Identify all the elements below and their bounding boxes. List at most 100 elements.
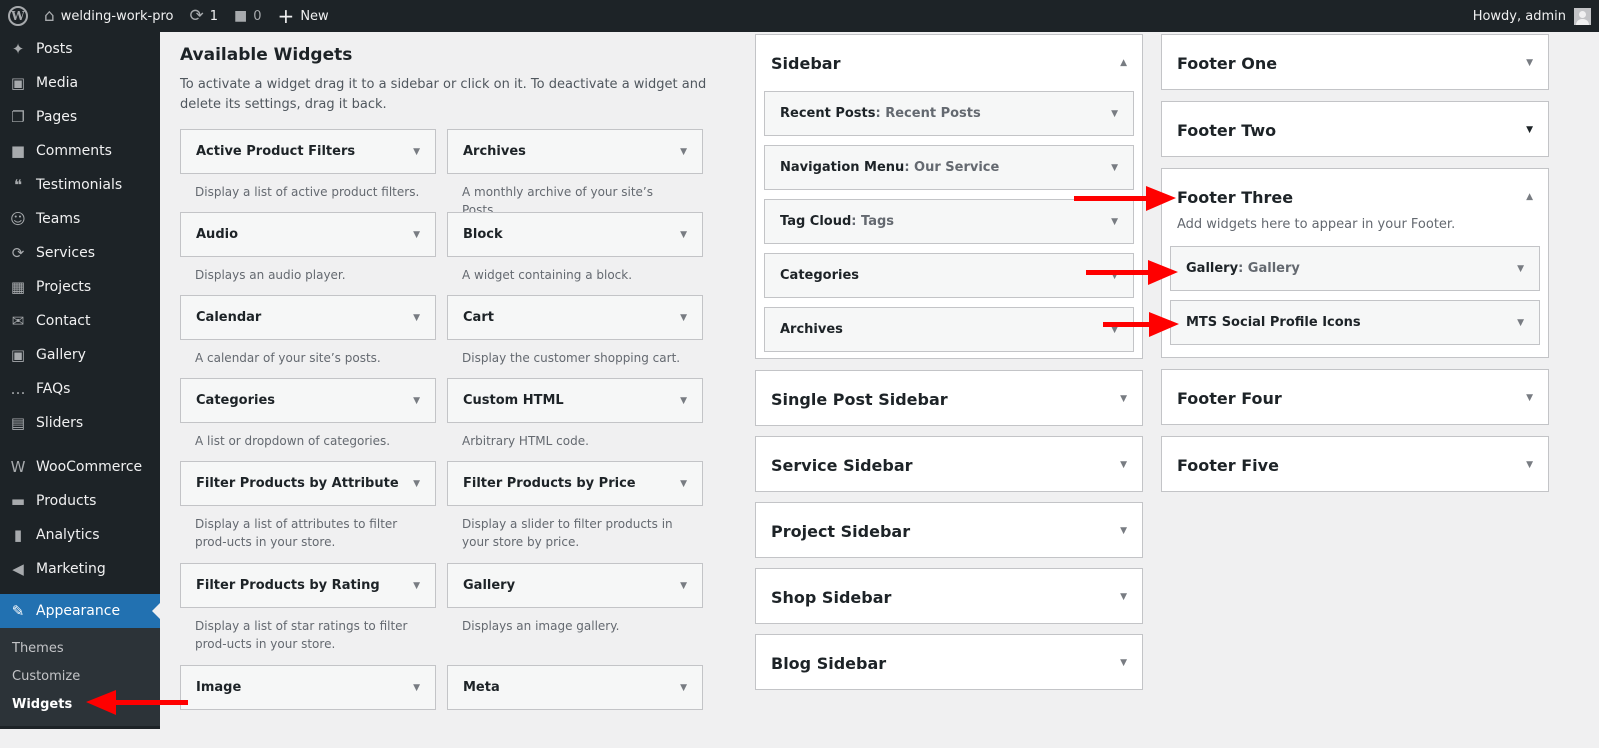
menu-item-analytics[interactable]: ▮ Analytics — [0, 518, 160, 552]
available-widget[interactable]: Filter Products by Rating ▼ Display a list… — [180, 563, 436, 665]
placed-widget[interactable]: Categories ▼ — [764, 253, 1134, 298]
available-widget[interactable]: Image ▼ — [180, 665, 436, 748]
available-widget[interactable]: Custom HTML ▼ Arbitrary HTML code. — [447, 378, 703, 461]
chevron-down-icon[interactable]: ▼ — [1526, 393, 1533, 403]
menu-item-projects[interactable]: ▦ Projects — [0, 270, 160, 304]
menu-item-faqs[interactable]: … FAQs — [0, 372, 160, 406]
chevron-down-icon[interactable]: ▼ — [1517, 318, 1524, 328]
available-widget[interactable]: Archives ▼ A monthly archive of your site’… — [447, 129, 703, 217]
chevron-down-icon[interactable]: ▼ — [1517, 264, 1524, 274]
updates-link[interactable]: ⟳ 1 — [182, 0, 227, 32]
chevron-down-icon[interactable]: ▼ — [413, 147, 420, 157]
site-name-link[interactable]: ⌂ welding-work-pro — [36, 0, 182, 32]
chevron-down-icon[interactable]: ▼ — [680, 147, 687, 157]
widget-title-bar[interactable]: Block ▼ — [447, 212, 703, 257]
chevron-down-icon[interactable]: ▼ — [680, 683, 687, 693]
widget-title-bar[interactable]: Image ▼ — [180, 665, 436, 710]
menu-item-comments[interactable]: ■ Comments — [0, 134, 160, 168]
widget-area-header[interactable]: Project Sidebar ▼ — [756, 503, 1142, 559]
widget-area-header[interactable]: Blog Sidebar ▼ — [756, 635, 1142, 691]
chevron-down-icon[interactable]: ▼ — [413, 313, 420, 323]
widget-title-bar[interactable]: Filter Products by Attribute ▼ — [180, 461, 436, 506]
chevron-down-icon[interactable]: ▼ — [1526, 125, 1533, 135]
chevron-down-icon[interactable]: ▼ — [680, 230, 687, 240]
my-account-link[interactable]: Howdy, admin — [1473, 7, 1599, 25]
chevron-down-icon[interactable]: ▼ — [1120, 658, 1127, 668]
available-widget[interactable]: Filter Products by Attribute ▼ Display a l… — [180, 461, 436, 563]
placed-widget[interactable]: Tag Cloud: Tags ▼ — [764, 199, 1134, 244]
chevron-down-icon[interactable]: ▼ — [1120, 526, 1127, 536]
menu-item-services[interactable]: ⟳ Services — [0, 236, 160, 270]
widget-title-bar[interactable]: Calendar ▼ — [180, 295, 436, 340]
chevron-down-icon[interactable]: ▼ — [1120, 592, 1127, 602]
widget-title-bar[interactable]: Gallery ▼ — [447, 563, 703, 608]
chevron-down-icon[interactable]: ▼ — [1111, 163, 1118, 173]
chevron-down-icon[interactable]: ▼ — [1526, 460, 1533, 470]
chevron-up-icon[interactable]: ▲ — [1526, 192, 1533, 202]
chevron-down-icon[interactable]: ▼ — [680, 479, 687, 489]
widget-area-header[interactable]: Footer Four ▼ — [1162, 370, 1548, 426]
comments-link[interactable]: ■ 0 — [226, 0, 270, 32]
chevron-down-icon[interactable]: ▼ — [413, 581, 420, 591]
chevron-down-icon[interactable]: ▼ — [413, 479, 420, 489]
chevron-down-icon[interactable]: ▼ — [1120, 460, 1127, 470]
new-content-link[interactable]: + New — [270, 0, 337, 32]
widget-title-bar[interactable]: Filter Products by Rating ▼ — [180, 563, 436, 608]
submenu-themes[interactable]: Themes — [0, 635, 160, 663]
available-widget[interactable]: Cart ▼ Display the customer shopping cart. — [447, 295, 703, 378]
menu-item-woocommerce[interactable]: W WooCommerce — [0, 450, 160, 484]
widget-area-header[interactable]: Sidebar ▲ — [756, 35, 1142, 91]
available-widget[interactable]: Audio ▼ Displays an audio player. — [180, 212, 436, 295]
chevron-down-icon[interactable]: ▼ — [1120, 394, 1127, 404]
available-widget[interactable]: Meta ▼ — [447, 665, 703, 748]
chevron-down-icon[interactable]: ▼ — [413, 230, 420, 240]
menu-item-posts[interactable]: ✦ Posts — [0, 32, 160, 66]
chevron-down-icon[interactable]: ▼ — [1111, 217, 1118, 227]
menu-item-gallery[interactable]: ▣ Gallery — [0, 338, 160, 372]
menu-item-marketing[interactable]: ◀ Marketing — [0, 552, 160, 586]
available-widget[interactable]: Calendar ▼ A calendar of your site’s posts… — [180, 295, 436, 378]
chevron-down-icon[interactable]: ▼ — [680, 313, 687, 323]
menu-item-products[interactable]: ▬ Products — [0, 484, 160, 518]
widget-title-bar[interactable]: Archives ▼ — [447, 129, 703, 174]
placed-widget[interactable]: Gallery: Gallery ▼ — [1170, 246, 1540, 291]
widget-title-bar[interactable]: Cart ▼ — [447, 295, 703, 340]
widget-area-header[interactable]: Single Post Sidebar ▼ — [756, 371, 1142, 427]
menu-item-teams[interactable]: ☺ Teams — [0, 202, 160, 236]
submenu-widgets[interactable]: Widgets — [0, 691, 160, 719]
available-widget[interactable]: Categories ▼ A list or dropdown of categor… — [180, 378, 436, 461]
chevron-up-icon[interactable]: ▲ — [1120, 58, 1127, 68]
wordpress-logo-button[interactable]: W — [0, 0, 36, 32]
widget-title-bar[interactable]: Filter Products by Price ▼ — [447, 461, 703, 506]
menu-item-media[interactable]: ▣ Media — [0, 66, 160, 100]
widget-area-header[interactable]: Service Sidebar ▼ — [756, 437, 1142, 493]
widget-area-header[interactable]: Footer Five ▼ — [1162, 437, 1548, 493]
widget-title-bar[interactable]: Active Product Filters ▼ — [180, 129, 436, 174]
chevron-down-icon[interactable]: ▼ — [413, 683, 420, 693]
widget-area-header[interactable]: Footer Two ▼ — [1162, 102, 1548, 158]
widget-area-header[interactable]: Shop Sidebar ▼ — [756, 569, 1142, 625]
widget-area-header[interactable]: Footer One ▼ — [1162, 35, 1548, 91]
widget-title-bar[interactable]: Meta ▼ — [447, 665, 703, 710]
placed-widget[interactable]: Archives ▼ — [764, 307, 1134, 352]
menu-item-contact[interactable]: ✉ Contact — [0, 304, 160, 338]
available-widget[interactable]: Filter Products by Price ▼ Display a slide… — [447, 461, 703, 563]
available-widget[interactable]: Gallery ▼ Displays an image gallery. — [447, 563, 703, 665]
menu-item-pages[interactable]: ❐ Pages — [0, 100, 160, 134]
menu-item-sliders[interactable]: ▤ Sliders — [0, 406, 160, 440]
widget-title-bar[interactable]: Custom HTML ▼ — [447, 378, 703, 423]
submenu-customize[interactable]: Customize — [0, 663, 160, 691]
widget-title-bar[interactable]: Categories ▼ — [180, 378, 436, 423]
chevron-down-icon[interactable]: ▼ — [680, 581, 687, 591]
menu-item-appearance[interactable]: ✎ Appearance — [0, 594, 160, 628]
placed-widget[interactable]: MTS Social Profile Icons ▼ — [1170, 300, 1540, 345]
available-widget[interactable]: Block ▼ A widget containing a block. — [447, 212, 703, 295]
widget-title-bar[interactable]: Audio ▼ — [180, 212, 436, 257]
placed-widget[interactable]: Recent Posts: Recent Posts ▼ — [764, 91, 1134, 136]
chevron-down-icon[interactable]: ▼ — [680, 396, 687, 406]
placed-widget[interactable]: Navigation Menu: Our Service ▼ — [764, 145, 1134, 190]
chevron-down-icon[interactable]: ▼ — [1111, 109, 1118, 119]
chevron-down-icon[interactable]: ▼ — [1526, 58, 1533, 68]
chevron-down-icon[interactable]: ▼ — [413, 396, 420, 406]
menu-item-testimonials[interactable]: ❝ Testimonials — [0, 168, 160, 202]
